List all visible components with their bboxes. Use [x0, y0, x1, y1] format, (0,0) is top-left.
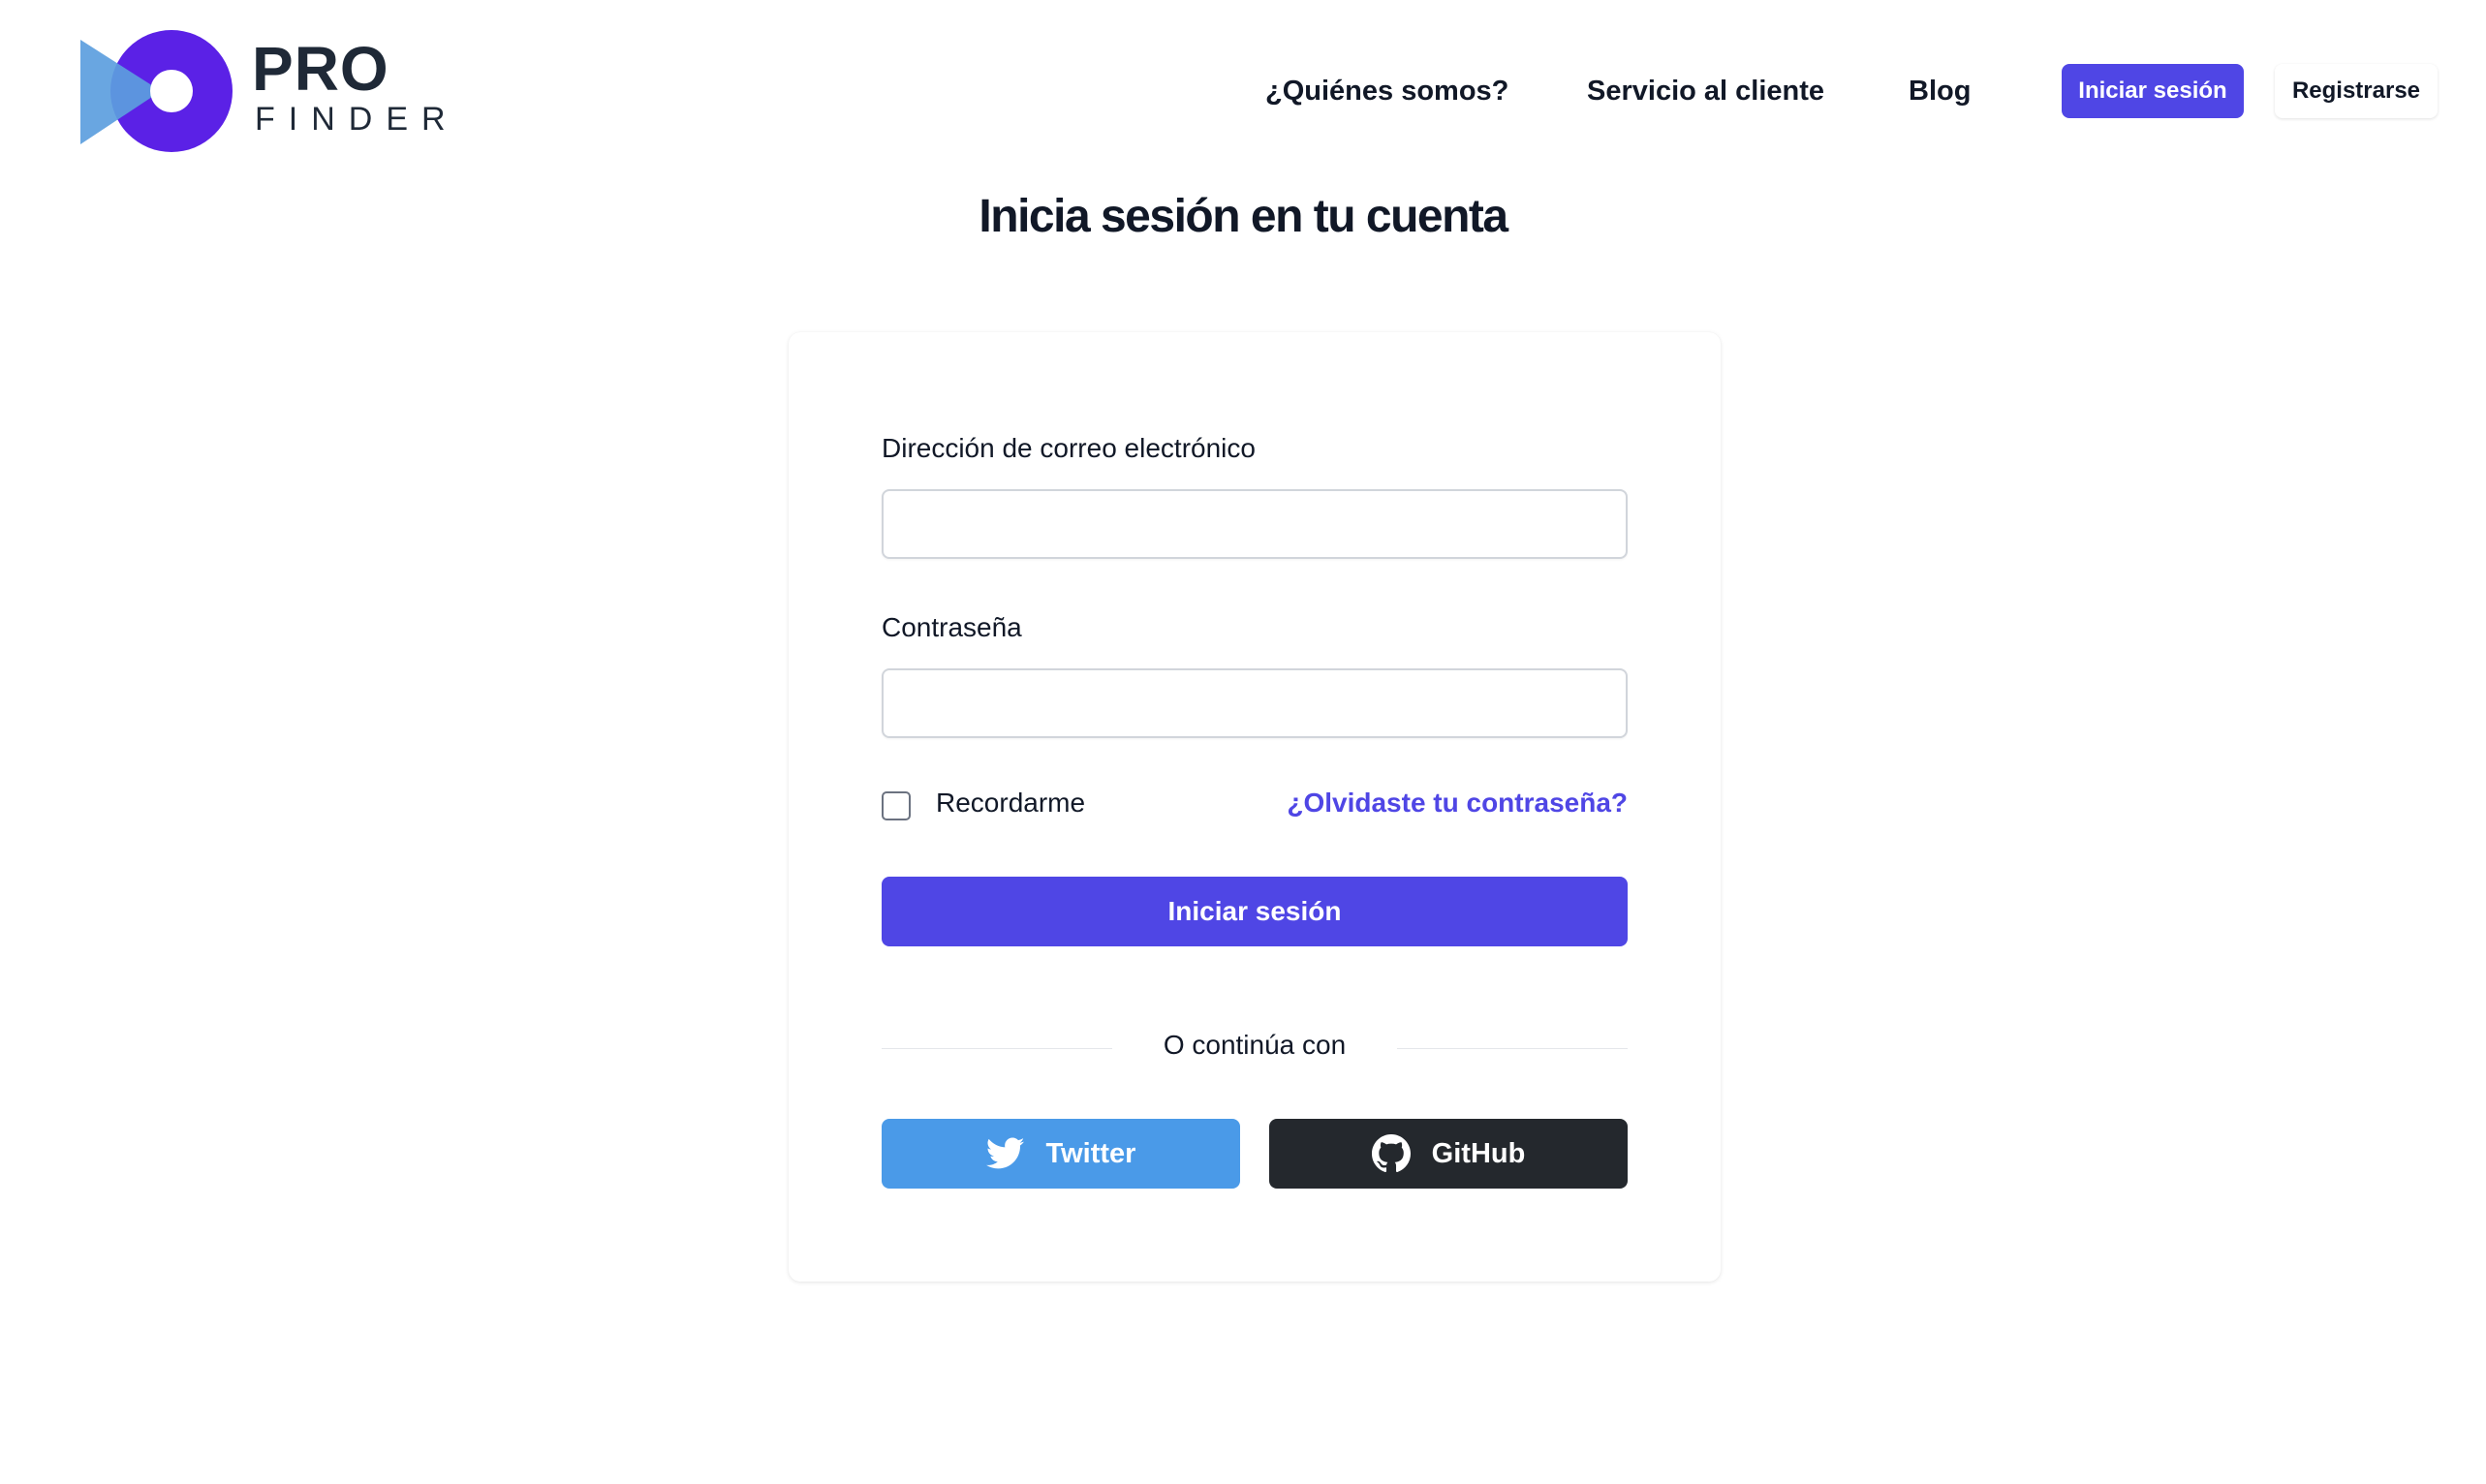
nav-link-blog[interactable]: Blog: [1909, 64, 1971, 118]
twitter-label: Twitter: [1045, 1137, 1136, 1169]
login-card: Dirección de correo electrónico Contrase…: [789, 332, 1721, 1282]
remember-label: Recordarme: [936, 788, 1086, 818]
social-divider-label: O continúa con: [1163, 1030, 1347, 1060]
remember-checkbox[interactable]: [882, 791, 911, 820]
nav-link-customer-service[interactable]: Servicio al cliente: [1587, 64, 1824, 118]
nav-link-about[interactable]: ¿Quiénes somos?: [1265, 64, 1508, 118]
page-title: Inicia sesión en tu cuenta: [979, 191, 1508, 242]
nav-register-button[interactable]: Registrarse: [2275, 64, 2438, 118]
login-submit-button[interactable]: Iniciar sesión: [882, 877, 1628, 946]
email-field[interactable]: [882, 489, 1628, 559]
twitter-login-button[interactable]: Twitter: [882, 1119, 1240, 1189]
site-header: PRO FINDER ¿Quiénes somos? Servicio al c…: [0, 0, 2486, 184]
social-divider-text: O continúa con: [882, 1030, 1628, 1061]
github-label: GitHub: [1431, 1137, 1526, 1169]
github-login-button[interactable]: GitHub: [1269, 1119, 1628, 1189]
forgot-password-link[interactable]: ¿Olvidaste tu contraseña?: [1287, 788, 1628, 819]
password-field[interactable]: [882, 668, 1628, 738]
email-label: Dirección de correo electrónico: [882, 433, 1256, 463]
password-label: Contraseña: [882, 612, 1022, 642]
nav-login-button[interactable]: Iniciar sesión: [2062, 64, 2244, 118]
github-octocat-icon: [1371, 1134, 1411, 1173]
twitter-bird-icon: [985, 1137, 1024, 1169]
